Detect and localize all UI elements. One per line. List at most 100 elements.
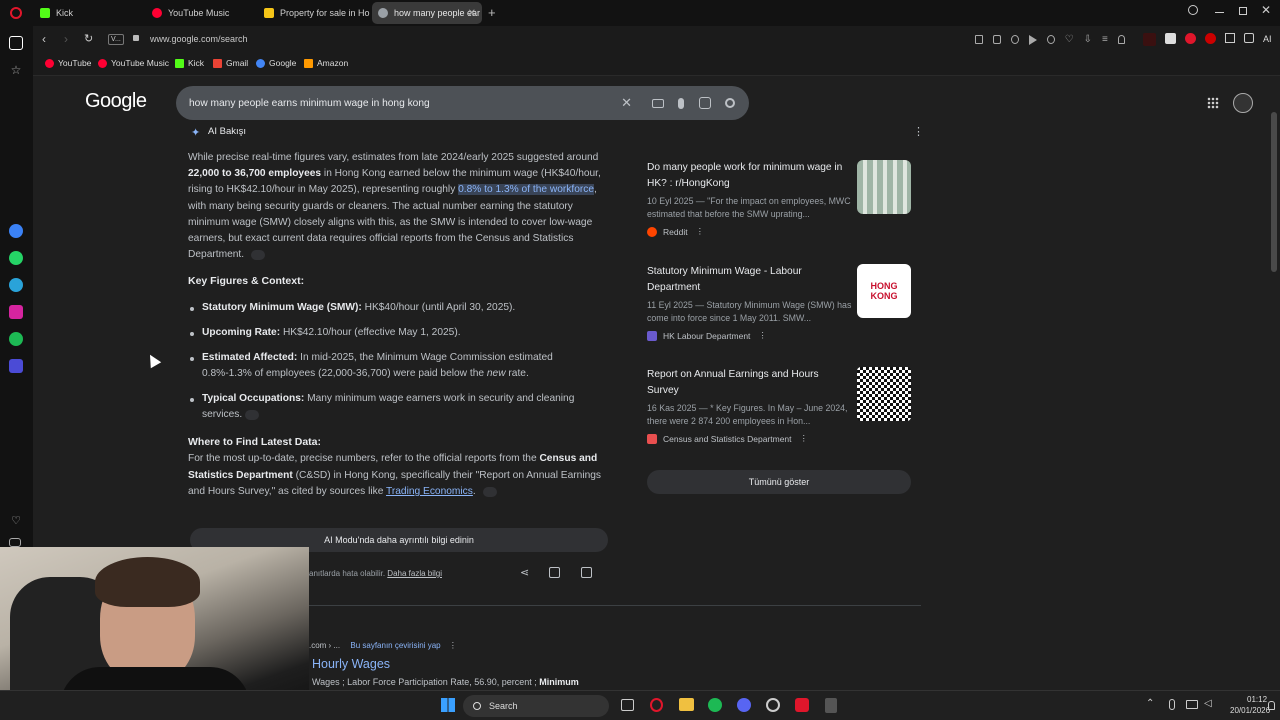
url-field[interactable]: www.google.com/search — [150, 34, 248, 44]
card-title[interactable]: Do many people work for minimum wage in … — [647, 160, 852, 192]
tray-chevron-icon[interactable]: ⌃ — [1146, 698, 1154, 709]
link-chip-icon[interactable] — [245, 409, 260, 420]
play-icon[interactable] — [1028, 35, 1037, 45]
taskview-icon[interactable] — [621, 699, 634, 711]
bookmark-youtube-music[interactable]: YouTube Music — [98, 58, 169, 68]
card-source[interactable]: Census and Statistics Department ⋮ — [647, 433, 911, 444]
source-card[interactable]: Statutory Minimum Wage - Labour Departme… — [647, 264, 911, 354]
heart-icon[interactable]: ♡ — [9, 514, 23, 528]
home-icon[interactable] — [9, 36, 23, 50]
discord-icon[interactable] — [737, 698, 751, 712]
search-input[interactable]: how many people earns minimum wage in ho… — [189, 98, 621, 109]
profile-icon[interactable] — [1117, 35, 1125, 44]
clear-icon[interactable]: ✕ — [621, 95, 632, 111]
heart-icon[interactable]: ♡ — [1065, 35, 1074, 45]
opera-gx-icon[interactable] — [795, 698, 809, 712]
telegram-icon[interactable] — [9, 278, 23, 292]
opera-logo-icon[interactable] — [10, 7, 22, 19]
mic-tray-icon[interactable] — [1169, 699, 1175, 710]
ext-pink-icon[interactable] — [1185, 33, 1196, 44]
clock-date[interactable]: 20/01/2026 — [1230, 706, 1270, 715]
refresh-icon[interactable] — [1046, 35, 1055, 44]
ext-red-icon[interactable] — [1143, 33, 1156, 46]
card-title[interactable]: Statutory Minimum Wage - Labour Departme… — [647, 264, 847, 296]
bookmark-google[interactable]: Google — [256, 58, 296, 68]
search-tabs-icon[interactable] — [1188, 5, 1198, 15]
learn-more-link[interactable]: Daha fazla bilgi — [387, 569, 442, 578]
site-badge[interactable]: V... — [108, 34, 124, 45]
menu-icon[interactable]: ≡ — [1102, 35, 1108, 45]
more-icon[interactable]: ⋮ — [696, 226, 705, 237]
share-icon[interactable]: ⋖ — [520, 566, 529, 579]
apps-icon[interactable] — [1207, 97, 1219, 109]
messenger-icon[interactable] — [9, 224, 23, 238]
bookmark-kick[interactable]: Kick — [175, 58, 204, 68]
network-icon[interactable] — [1186, 700, 1198, 709]
google-logo[interactable]: Google — [85, 90, 147, 113]
download-icon[interactable]: ⇩ — [1084, 35, 1092, 45]
explorer-icon[interactable] — [679, 698, 694, 711]
more-options-icon[interactable]: ⋮ — [913, 125, 924, 138]
bookmark-youtube[interactable]: YouTube — [45, 58, 91, 68]
search-box[interactable]: how many people earns minimum wage in ho… — [176, 86, 749, 120]
lock-icon[interactable] — [133, 35, 139, 41]
ext-cube-icon[interactable] — [1225, 33, 1235, 43]
tab-google-search[interactable]: how many people earns m ✕ — [372, 2, 482, 24]
player-icon[interactable] — [9, 359, 23, 373]
new-tab-button[interactable]: + — [488, 5, 496, 20]
history-icon[interactable] — [9, 538, 21, 547]
show-all-button[interactable]: Tümünü göster — [647, 470, 911, 494]
result-title[interactable]: Hourly Wages — [312, 657, 390, 671]
card-title[interactable]: Report on Annual Earnings and Hours Surv… — [647, 367, 847, 399]
lens-icon[interactable] — [699, 97, 711, 109]
avatar[interactable] — [1233, 93, 1253, 113]
ai-icon[interactable]: AI — [1263, 33, 1272, 46]
thumbs-down-icon[interactable] — [581, 567, 592, 578]
result-url[interactable]: .com › ... — [309, 641, 340, 650]
back-icon[interactable]: ‹ — [42, 32, 46, 46]
windows-start-icon[interactable] — [441, 698, 455, 712]
forward-icon[interactable]: › — [64, 32, 68, 46]
thumbs-up-icon[interactable] — [549, 567, 560, 578]
more-icon[interactable]: ⋮ — [449, 641, 457, 650]
highlighted-text[interactable]: 0.8% to 1.3% of the workforce — [458, 184, 595, 196]
instagram-icon[interactable] — [9, 305, 23, 319]
bookmark-amazon[interactable]: Amazon — [304, 58, 348, 68]
ext-youtube-icon[interactable] — [1205, 33, 1216, 44]
opera-taskbar-icon[interactable] — [650, 698, 663, 712]
source-card[interactable]: Do many people work for minimum wage in … — [647, 160, 911, 250]
translate-link[interactable]: Bu sayfanın çevirisini yap — [350, 641, 440, 650]
close-window-button[interactable]: ✕ — [1261, 3, 1271, 17]
mic-icon[interactable] — [678, 97, 684, 109]
extension-icon[interactable] — [1010, 35, 1019, 44]
calculator-icon[interactable] — [825, 698, 837, 713]
taskbar-search[interactable]: Search — [463, 695, 609, 717]
minimize-button[interactable] — [1215, 12, 1224, 13]
search-icon[interactable] — [725, 98, 735, 108]
link-chip-icon[interactable] — [250, 249, 265, 260]
maximize-button[interactable] — [1239, 7, 1247, 15]
trading-economics-link[interactable]: Trading Economics — [386, 486, 473, 497]
volume-icon[interactable]: ◁ — [1204, 698, 1212, 709]
tab-property[interactable]: Property for sale in Hong — [258, 2, 370, 24]
card-source[interactable]: Reddit ⋮ — [647, 226, 911, 237]
steam-icon[interactable] — [766, 698, 780, 712]
source-card[interactable]: Report on Annual Earnings and Hours Surv… — [647, 367, 911, 457]
tab-youtube-music[interactable]: YouTube Music — [146, 2, 256, 24]
ext-puzzle-icon[interactable] — [1244, 33, 1254, 43]
reload-icon[interactable]: ↻ — [84, 32, 93, 45]
spotify-taskbar-icon[interactable] — [708, 698, 722, 712]
tab-kick[interactable]: Kick — [34, 2, 144, 24]
card-source[interactable]: HK Labour Department ⋮ — [647, 330, 911, 341]
clock-time[interactable]: 01:12 — [1247, 695, 1267, 704]
more-icon[interactable]: ⋮ — [800, 433, 809, 444]
camera-icon[interactable] — [992, 35, 1001, 44]
edit-icon[interactable] — [975, 35, 983, 44]
spotify-icon[interactable] — [9, 332, 23, 346]
bookmark-gmail[interactable]: Gmail — [213, 58, 248, 68]
star-icon[interactable]: ☆ — [9, 64, 23, 78]
link-chip-icon[interactable] — [482, 486, 497, 497]
keyboard-icon[interactable] — [652, 98, 664, 108]
whatsapp-icon[interactable] — [9, 251, 23, 265]
ext-cat-icon[interactable] — [1165, 33, 1176, 44]
